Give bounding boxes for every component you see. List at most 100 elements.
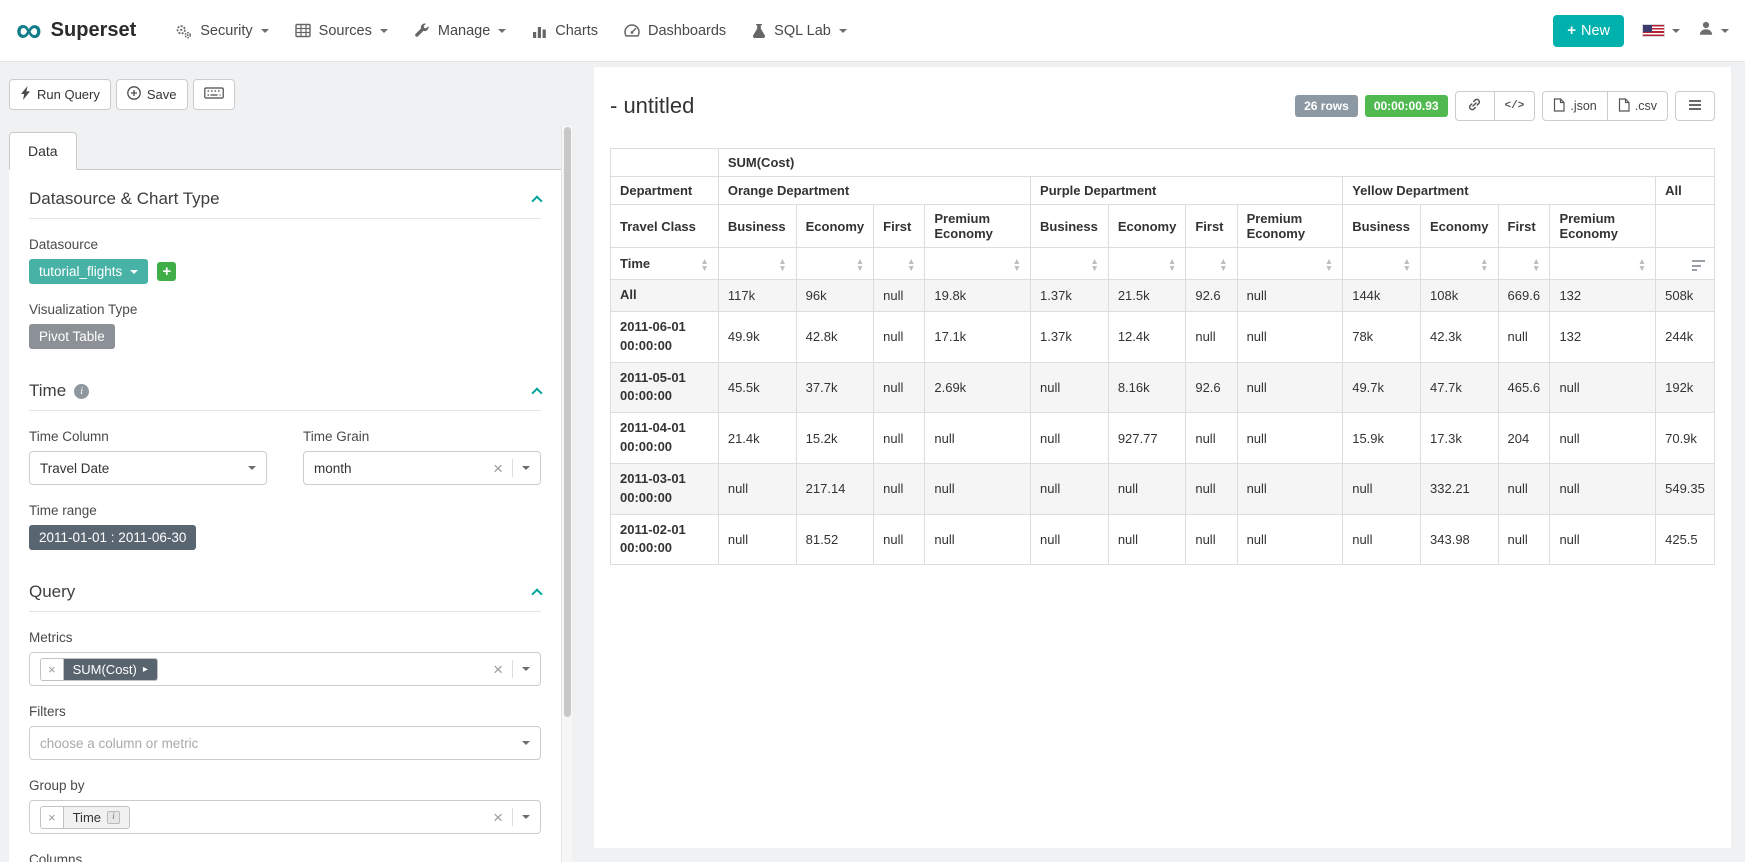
column-type-icon: i bbox=[107, 811, 120, 824]
query-section: Query Metrics × SUM(Cost) ▸ bbox=[29, 550, 541, 862]
pivot-cell: 108k bbox=[1421, 280, 1499, 312]
sort-icon: ▲▼ bbox=[1013, 256, 1021, 271]
pivot-subcolumn-header bbox=[1656, 205, 1715, 248]
group-by-token[interactable]: × Time i bbox=[40, 806, 130, 829]
time-grain-select[interactable]: month × bbox=[303, 451, 541, 485]
panel-scrollbar[interactable] bbox=[561, 126, 572, 862]
language-selector[interactable] bbox=[1642, 24, 1680, 37]
metric-token[interactable]: × SUM(Cost) ▸ bbox=[40, 658, 158, 681]
pivot-cell: 12.4k bbox=[1108, 311, 1186, 362]
edit-datasource-icon[interactable]: + bbox=[157, 262, 176, 281]
user-menu[interactable] bbox=[1698, 20, 1729, 41]
navbar-right: + New bbox=[1553, 15, 1729, 47]
pivot-row-dimension-sort[interactable]: Time▲▼ bbox=[611, 248, 719, 280]
pivot-sort-cell[interactable]: ▲▼ bbox=[1186, 248, 1237, 280]
datasource-section: Datasource & Chart Type Datasource tutor… bbox=[29, 174, 541, 349]
pivot-cell: 81.52 bbox=[796, 514, 874, 565]
pivot-cell: 132 bbox=[1550, 280, 1656, 312]
pivot-cell: 49.9k bbox=[718, 311, 796, 362]
bar-chart-icon bbox=[532, 24, 547, 38]
save-button[interactable]: Save bbox=[116, 79, 188, 110]
run-query-button[interactable]: Run Query bbox=[9, 79, 111, 110]
pivot-sort-cell[interactable]: ▲▼ bbox=[796, 248, 874, 280]
nav-item-manage[interactable]: Manage bbox=[401, 13, 519, 49]
pivot-cell: null bbox=[1031, 362, 1109, 413]
new-button-label: New bbox=[1581, 23, 1610, 39]
nav-item-sql-lab[interactable]: SQL Lab bbox=[739, 13, 860, 49]
chart-menu-button[interactable] bbox=[1675, 91, 1715, 121]
clear-icon[interactable]: × bbox=[493, 809, 503, 826]
nav-label: Security bbox=[200, 23, 252, 39]
new-button[interactable]: + New bbox=[1553, 15, 1624, 47]
nav-item-security[interactable]: Security bbox=[162, 13, 281, 49]
query-section-header[interactable]: Query bbox=[29, 550, 541, 612]
pivot-sort-cell[interactable]: ▲▼ bbox=[874, 248, 925, 280]
columns-label: Columns bbox=[29, 852, 541, 862]
pivot-sort-cell[interactable]: ▲▼ bbox=[1343, 248, 1421, 280]
datasource-section-header[interactable]: Datasource & Chart Type bbox=[29, 174, 541, 219]
us-flag-icon bbox=[1642, 24, 1665, 37]
export-csv-button[interactable]: .csv bbox=[1608, 91, 1668, 121]
time-column-select[interactable]: Travel Date bbox=[29, 451, 267, 485]
nav-item-sources[interactable]: Sources bbox=[282, 13, 401, 49]
scrollbar-thumb[interactable] bbox=[564, 127, 571, 717]
view-query-button[interactable]: </> bbox=[1495, 91, 1536, 121]
export-json-button[interactable]: .json bbox=[1542, 91, 1607, 121]
pivot-cell: null bbox=[1237, 413, 1343, 464]
sort-icon: ▲▼ bbox=[1638, 256, 1646, 271]
pivot-cell: 70.9k bbox=[1656, 413, 1715, 464]
pivot-sort-cell[interactable]: ▲▼ bbox=[925, 248, 1031, 280]
pivot-sort-cell[interactable]: ▲▼ bbox=[1031, 248, 1109, 280]
time-section-header[interactable]: Time i bbox=[29, 349, 541, 411]
datasource-pill[interactable]: tutorial_flights bbox=[29, 259, 148, 284]
sort-icon: ▲▼ bbox=[856, 256, 864, 271]
visualization-type-pill[interactable]: Pivot Table bbox=[29, 324, 115, 349]
pivot-cell: 45.5k bbox=[718, 362, 796, 413]
visualization-type-label: Visualization Type bbox=[29, 302, 541, 317]
pivot-sort-cell[interactable]: ▲▼ bbox=[718, 248, 796, 280]
pivot-sort-cell[interactable]: ▲▼ bbox=[1550, 248, 1656, 280]
pivot-sort-cell[interactable]: ▲▼ bbox=[1108, 248, 1186, 280]
pivot-row-label: 2011-05-0100:00:00 bbox=[611, 362, 719, 413]
pivot-cell: 17.3k bbox=[1421, 413, 1499, 464]
pivot-cell: 204 bbox=[1498, 413, 1550, 464]
remove-icon[interactable]: × bbox=[41, 659, 64, 680]
share-link-button[interactable] bbox=[1455, 91, 1495, 121]
bolt-icon bbox=[20, 86, 31, 103]
pivot-cell: 117k bbox=[718, 280, 796, 312]
pivot-cell: 425.5 bbox=[1656, 514, 1715, 565]
pivot-corner-cell bbox=[611, 149, 719, 177]
pivot-row: 2011-04-0100:00:0021.4k15.2knullnullnull… bbox=[611, 413, 1715, 464]
group-by-select[interactable]: × Time i × bbox=[29, 800, 541, 834]
pivot-sort-cell[interactable]: ▲▼ bbox=[1498, 248, 1550, 280]
nav-item-dashboards[interactable]: Dashboards bbox=[611, 13, 739, 49]
nav-item-charts[interactable]: Charts bbox=[519, 13, 611, 49]
tab-data[interactable]: Data bbox=[9, 132, 77, 170]
pivot-cell: 332.21 bbox=[1421, 463, 1499, 514]
pivot-cell: null bbox=[718, 463, 796, 514]
chevron-up-icon bbox=[531, 387, 542, 398]
clear-icon[interactable]: × bbox=[493, 661, 503, 678]
sort-icon: ▲▼ bbox=[1168, 256, 1176, 271]
time-range-pill[interactable]: 2011-01-01 : 2011-06-30 bbox=[29, 525, 196, 550]
keyboard-shortcuts-button[interactable] bbox=[193, 79, 235, 110]
pivot-cell: 132 bbox=[1550, 311, 1656, 362]
nav-label: Manage bbox=[438, 23, 490, 39]
metrics-select[interactable]: × SUM(Cost) ▸ × bbox=[29, 652, 541, 686]
chart-title: - untitled bbox=[610, 93, 694, 119]
pivot-cell: 42.8k bbox=[796, 311, 874, 362]
filters-select[interactable]: choose a column or metric bbox=[29, 726, 541, 760]
section-title: Query bbox=[29, 582, 75, 602]
brand[interactable]: ∞ Superset bbox=[16, 16, 136, 45]
remove-icon[interactable]: × bbox=[41, 807, 64, 828]
pivot-sort-cell[interactable]: ▲▼ bbox=[1237, 248, 1343, 280]
pivot-sort-cell[interactable]: ▲▼ bbox=[1421, 248, 1499, 280]
table-icon bbox=[295, 23, 311, 38]
pivot-cell: null bbox=[1550, 362, 1656, 413]
pivot-cell: 8.16k bbox=[1108, 362, 1186, 413]
pivot-cell: null bbox=[874, 280, 925, 312]
pivot-sort-cell[interactable] bbox=[1656, 248, 1715, 280]
pivot-cell: 21.5k bbox=[1108, 280, 1186, 312]
clear-icon[interactable]: × bbox=[493, 460, 503, 477]
pivot-cell: null bbox=[1550, 514, 1656, 565]
